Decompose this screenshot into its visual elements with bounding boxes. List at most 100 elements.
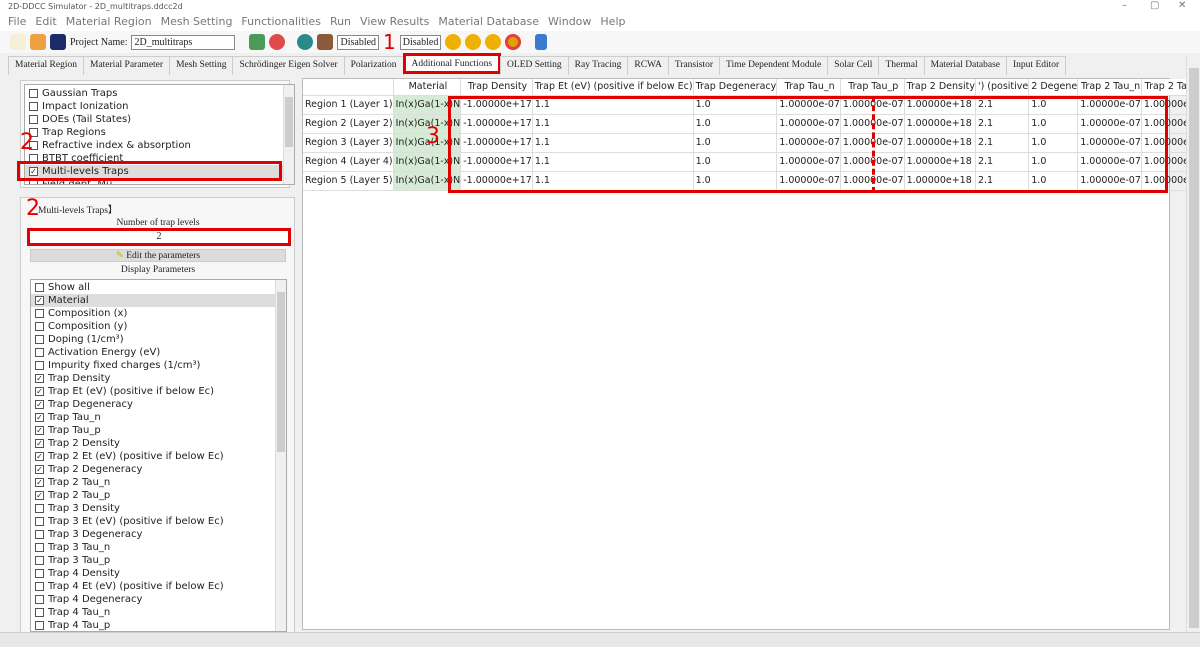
checkbox-material[interactable]: ✓ Material	[31, 294, 286, 307]
unchecked-box-icon[interactable]	[29, 89, 38, 98]
tab-transistor[interactable]: Transistor	[667, 56, 721, 75]
menu-run[interactable]: Run	[330, 13, 351, 31]
unchecked-box-icon[interactable]	[35, 348, 44, 357]
checked-box-icon[interactable]: ✓	[35, 426, 44, 435]
menu-view-results[interactable]: View Results	[360, 13, 429, 31]
checked-box-icon[interactable]: ✓	[35, 296, 44, 305]
checkbox-trap-2-tau_n[interactable]: ✓ Trap 2 Tau_n	[31, 476, 286, 489]
checked-box-icon[interactable]: ✓	[35, 478, 44, 487]
tab-material-region[interactable]: Material Region	[8, 56, 84, 75]
unchecked-box-icon[interactable]	[35, 504, 44, 513]
unchecked-box-icon[interactable]	[35, 556, 44, 565]
unchecked-box-icon[interactable]	[35, 283, 44, 292]
menu-edit[interactable]: Edit	[35, 13, 56, 31]
project-name-input[interactable]: 2D_multitraps	[131, 34, 236, 50]
checkbox-trap-2-density[interactable]: ✓ Trap 2 Density	[31, 437, 286, 450]
unchecked-box-icon[interactable]	[29, 102, 38, 111]
tab-input-editor[interactable]: Input Editor	[1006, 56, 1067, 75]
tab-additional-functions[interactable]: Additional Functions	[402, 53, 502, 74]
checkbox-trap-3-et-ev-positive-if-below-ec-[interactable]: Trap 3 Et (eV) (positive if below Ec)	[31, 515, 286, 528]
checkbox-activation-energy-ev-[interactable]: Activation Energy (eV)	[31, 346, 286, 359]
column-header[interactable]: Trap Density	[460, 79, 533, 96]
menu-window[interactable]: Window	[548, 13, 591, 31]
checked-box-icon[interactable]: ✓	[35, 374, 44, 383]
checkbox-composition-x-[interactable]: Composition (x)	[31, 307, 286, 320]
unchecked-box-icon[interactable]	[35, 543, 44, 552]
unchecked-box-icon[interactable]	[35, 621, 44, 630]
checkbox-trap-4-degeneracy[interactable]: Trap 4 Degeneracy	[31, 593, 286, 606]
tab-thermal[interactable]: Thermal	[878, 56, 925, 75]
row-header[interactable]: Region 2 (Layer 2)	[303, 114, 394, 134]
functions-scrollbar[interactable]	[283, 85, 294, 184]
trap-levels-input[interactable]: 2	[27, 228, 291, 246]
column-header[interactable]: Trap Degeneracy	[693, 79, 778, 96]
checkbox-trap-2-tau_p[interactable]: ✓ Trap 2 Tau_p	[31, 489, 286, 502]
tab-polarization[interactable]: Polarization	[343, 56, 404, 75]
checkbox-trap-2-et-ev-positive-if-below-ec-[interactable]: ✓ Trap 2 Et (eV) (positive if below Ec)	[31, 450, 286, 463]
checkbox-composition-y-[interactable]: Composition (y)	[31, 320, 286, 333]
menu-file[interactable]: File	[8, 13, 26, 31]
disabled-field-2[interactable]: Disabled	[399, 34, 442, 50]
checkbox-trap-3-density[interactable]: Trap 3 Density	[31, 502, 286, 515]
maximize-button[interactable]: ▢	[1150, 0, 1159, 11]
tab-ray-tracing[interactable]: Ray Tracing	[567, 56, 629, 75]
checked-box-icon[interactable]: ✓	[35, 491, 44, 500]
menu-help[interactable]: Help	[600, 13, 625, 31]
row-header[interactable]: Region 1 (Layer 1)	[303, 95, 394, 115]
checkbox-refractive-index-absorption[interactable]: Refractive index & absorption	[25, 139, 294, 152]
column-header[interactable]: ') (positive	[975, 79, 1030, 96]
grid-icon[interactable]	[317, 34, 334, 50]
menu-material-database[interactable]: Material Database	[438, 13, 539, 31]
row-header[interactable]: Region 4 (Layer 4)	[303, 152, 394, 172]
checkbox-show-all[interactable]: Show all	[31, 281, 286, 294]
new-file-icon[interactable]	[10, 34, 26, 50]
refresh-icon[interactable]	[249, 34, 266, 50]
tab-schr-dinger-eigen-solver[interactable]: Schrödinger Eigen Solver	[232, 56, 345, 75]
checkbox-trap-regions[interactable]: Trap Regions	[25, 126, 294, 139]
menu-mesh-setting[interactable]: Mesh Setting	[161, 13, 233, 31]
edit-parameters-button[interactable]: ✎ Edit the parameters	[30, 249, 286, 262]
unchecked-box-icon[interactable]	[35, 361, 44, 370]
checkbox-trap-4-tau_n[interactable]: Trap 4 Tau_n	[31, 606, 286, 619]
close-button[interactable]: ✕	[1178, 0, 1186, 11]
mesh-icon[interactable]	[297, 34, 314, 50]
checkbox-impact-ionization[interactable]: Impact Ionization	[25, 100, 294, 113]
column-header[interactable]: Trap 2 Tau_n	[1077, 79, 1142, 96]
checkbox-gaussian-traps[interactable]: Gaussian Traps	[25, 87, 294, 100]
minimize-button[interactable]: –	[1122, 0, 1127, 11]
disabled-field-1[interactable]: Disabled	[337, 34, 380, 50]
checkbox-trap-4-et-ev-positive-if-below-ec-[interactable]: Trap 4 Et (eV) (positive if below Ec)	[31, 580, 286, 593]
run-icon[interactable]	[445, 34, 462, 50]
params-scrollbar[interactable]	[275, 280, 286, 631]
checkbox-trap-3-tau_p[interactable]: Trap 3 Tau_p	[31, 554, 286, 567]
column-header[interactable]: Material	[393, 79, 462, 96]
save-icon[interactable]	[50, 34, 66, 50]
checked-box-icon[interactable]: ✓	[35, 452, 44, 461]
checkbox-trap-tau_n[interactable]: ✓ Trap Tau_n	[31, 411, 286, 424]
unchecked-box-icon[interactable]	[35, 309, 44, 318]
unchecked-box-icon[interactable]	[35, 335, 44, 344]
column-header[interactable]: Trap Tau_p	[840, 79, 905, 96]
tab-time-dependent-module[interactable]: Time Dependent Module	[719, 56, 829, 75]
open-folder-icon[interactable]	[30, 34, 46, 50]
stop-icon[interactable]	[505, 34, 522, 50]
tab-material-database[interactable]: Material Database	[923, 56, 1008, 75]
menu-functionalities[interactable]: Functionalities	[241, 13, 321, 31]
checkbox-trap-et-ev-positive-if-below-ec-[interactable]: ✓ Trap Et (eV) (positive if below Ec)	[31, 385, 286, 398]
checkbox-trap-3-tau_n[interactable]: Trap 3 Tau_n	[31, 541, 286, 554]
run-all-icon[interactable]	[465, 34, 482, 50]
column-header[interactable]: 2 Degene	[1028, 79, 1079, 96]
unchecked-box-icon[interactable]	[35, 608, 44, 617]
checkbox-trap-2-degeneracy[interactable]: ✓ Trap 2 Degeneracy	[31, 463, 286, 476]
checkbox-doping-1-cm-[interactable]: Doping (1/cm³)	[31, 333, 286, 346]
tab-oled-setting[interactable]: OLED Setting	[500, 56, 569, 75]
column-header[interactable]: Trap 2 Density	[904, 79, 976, 96]
reset-icon[interactable]	[269, 34, 286, 50]
unchecked-box-icon[interactable]	[35, 517, 44, 526]
row-header[interactable]: Region 3 (Layer 3)	[303, 133, 394, 153]
chart-icon[interactable]	[535, 34, 548, 50]
checked-box-icon[interactable]: ✓	[35, 387, 44, 396]
checkbox-trap-density[interactable]: ✓ Trap Density	[31, 372, 286, 385]
tab-material-parameter[interactable]: Material Parameter	[83, 56, 171, 75]
column-header[interactable]: Trap Tau_n	[776, 79, 841, 96]
